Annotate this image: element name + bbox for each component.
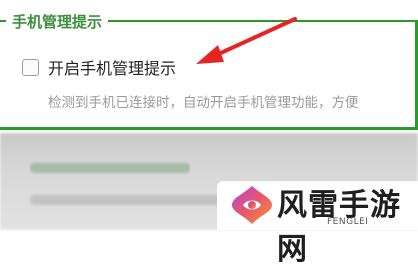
fenglei-logo-icon: [232, 186, 272, 224]
checkbox-label[interactable]: 开启手机管理提示: [48, 55, 176, 79]
blurred-line: [30, 163, 190, 173]
phone-manage-tip-checkbox[interactable]: [22, 58, 39, 76]
settings-panel: 手机管理提示 开启手机管理提示 检测到手机已连接时，自动开启手机管理功能，方便: [0, 0, 418, 132]
watermark-brand-subtitle: FENGLEI: [327, 217, 369, 227]
watermark: 风雷手游网 FENGLEI: [217, 181, 418, 267]
red-arrow-icon: [196, 17, 297, 64]
group-legend: 手机管理提示: [6, 11, 109, 32]
option-description: 检测到手机已连接时，自动开启手机管理功能，方便: [48, 95, 359, 111]
phone-manage-tip-option[interactable]: 开启手机管理提示: [22, 55, 176, 79]
blurred-line: [30, 195, 230, 205]
